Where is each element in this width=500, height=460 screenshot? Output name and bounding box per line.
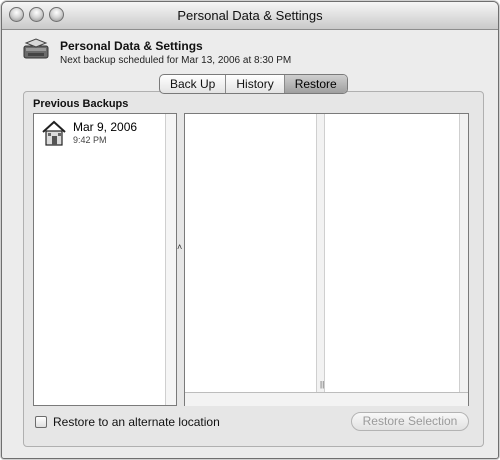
alternate-location-label[interactable]: Restore to an alternate location — [53, 415, 220, 429]
backup-drive-icon — [23, 38, 49, 59]
browser-column-2[interactable] — [325, 114, 459, 392]
splitter-handle[interactable]: ˄ — [177, 242, 182, 252]
backup-window: Personal Data & Settings Personal Data &… — [1, 1, 499, 459]
column-resize-grip[interactable]: || — [320, 380, 324, 389]
backup-time: 9:42 PM — [73, 135, 107, 145]
browser-column-2-scrollbar[interactable] — [459, 114, 468, 392]
list-item[interactable]: Mar 9, 2006 9:42 PM — [34, 116, 164, 152]
house-icon — [42, 120, 66, 146]
window-title: Personal Data & Settings — [177, 8, 323, 23]
previous-backups-heading: Previous Backups — [33, 98, 129, 110]
alternate-location-checkbox[interactable] — [35, 415, 47, 428]
tab-history[interactable]: History — [226, 75, 285, 93]
title-bar: Personal Data & Settings — [2, 2, 498, 30]
next-backup-schedule: Next backup scheduled for Mar 13, 2006 a… — [60, 55, 292, 66]
tab-restore[interactable]: Restore — [284, 75, 347, 93]
alternate-location-option[interactable]: Restore to an alternate location — [35, 414, 220, 429]
header-title: Personal Data & Settings — [60, 39, 203, 53]
tab-back-up[interactable]: Back Up — [160, 75, 227, 93]
browser-horizontal-scrollbar[interactable] — [185, 392, 468, 406]
file-browser[interactable]: || — [184, 113, 469, 406]
backup-date: Mar 9, 2006 — [73, 120, 138, 134]
browser-column-1-scrollbar[interactable] — [316, 114, 325, 392]
tab-bar: Back Up History Restore — [159, 74, 348, 94]
previous-backups-list[interactable]: Mar 9, 2006 9:42 PM — [33, 113, 177, 406]
restore-selection-button[interactable]: Restore Selection — [351, 412, 469, 431]
browser-column-1[interactable] — [185, 114, 316, 392]
backup-list-scrollbar[interactable] — [165, 114, 176, 405]
